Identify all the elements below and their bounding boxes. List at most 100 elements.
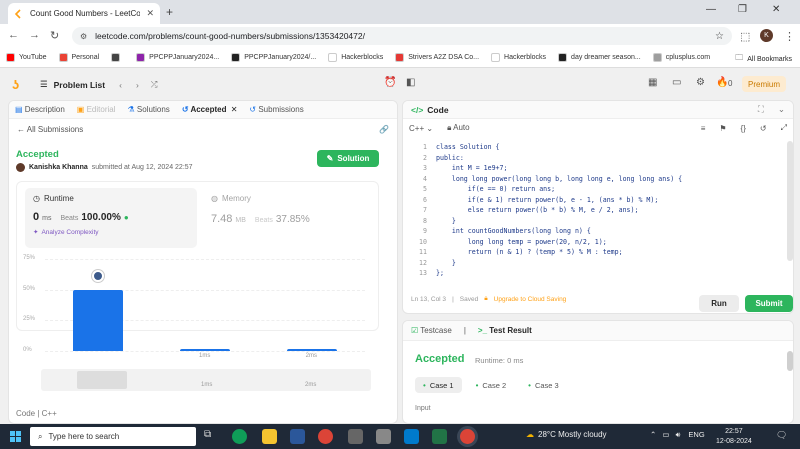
file-explorer-icon[interactable] <box>262 429 277 444</box>
upgrade-link[interactable]: Upgrade to Cloud Saving <box>494 296 567 303</box>
browser-tab[interactable]: Count Good Numbers - LeetCo... ✕ <box>8 3 160 24</box>
settings-icon[interactable]: ⚙ <box>696 77 705 88</box>
bookmark-item[interactable]: Strivers A2Z DSA Co... <box>395 53 479 62</box>
submit-button[interactable]: Submit <box>745 295 793 312</box>
bookmark-item[interactable]: PPCPPJanuary2024/... <box>231 53 316 62</box>
window-close-icon[interactable]: ✕ <box>772 4 780 15</box>
app-icon[interactable] <box>348 429 363 444</box>
user-avatar-small[interactable] <box>16 163 25 172</box>
solution-button[interactable]: ✎ Solution <box>317 150 379 167</box>
chrome-icon[interactable] <box>318 429 333 444</box>
tab-testcase[interactable]: ☑ Testcase <box>411 326 452 335</box>
all-submissions-link[interactable]: ← All Submissions <box>17 125 83 134</box>
reset-icon[interactable]: ↺ <box>760 124 767 133</box>
task-view-icon[interactable]: ⧉ <box>204 429 219 444</box>
format-icon[interactable]: ≡ <box>701 124 706 133</box>
premium-label: Premium <box>748 79 781 89</box>
language-select[interactable]: C++ ⌄ <box>409 124 433 133</box>
bookmark-item[interactable]: PPCPPJanuary2024... <box>136 53 219 62</box>
collapse-icon[interactable]: ⌄ <box>778 104 785 115</box>
all-submissions-bar: ← All Submissions 🔗 <box>9 119 397 139</box>
back-to-problem-icon[interactable]: ◧ <box>406 77 415 88</box>
layout-icon[interactable]: ▦ <box>648 77 657 88</box>
restore-icon[interactable]: ❐ <box>738 4 747 15</box>
excel-icon[interactable] <box>432 429 447 444</box>
case-1-tab[interactable]: • Case 1 <box>415 377 462 393</box>
bookmark-item[interactable]: Hackerblocks <box>491 53 546 62</box>
premium-button[interactable]: Premium <box>742 76 787 92</box>
forward-icon[interactable]: → <box>29 29 40 41</box>
tab-description[interactable]: ▤ Description <box>15 105 65 114</box>
taskbar-search[interactable]: ⌕ Type here to search <box>30 427 196 446</box>
leetcode-logo[interactable]: ʖ <box>12 77 19 92</box>
windows-start-icon[interactable] <box>10 431 21 442</box>
system-tray[interactable]: ⌃ ▭ 🔊︎ ENG <box>650 430 705 440</box>
chart-bar[interactable] <box>286 349 337 351</box>
tab-test-result[interactable]: >_ Test Result <box>478 326 532 335</box>
bookmark-item[interactable] <box>111 53 124 62</box>
close-tab-accepted-icon[interactable]: ✕ <box>231 105 238 114</box>
fullscreen-icon[interactable]: ⤢ <box>781 123 787 133</box>
edge-browser-icon[interactable] <box>232 429 247 444</box>
run-button[interactable]: Run <box>699 295 739 312</box>
bookmark-star-icon[interactable]: ☆ <box>715 31 724 42</box>
tab-solutions[interactable]: ⚗ Solutions <box>127 105 169 114</box>
minimize-icon[interactable]: — <box>706 4 716 15</box>
bookmark-item[interactable]: Hackerblocks <box>328 53 383 62</box>
close-tab-icon[interactable]: ✕ <box>146 8 154 19</box>
case-3-tab[interactable]: • Case 3 <box>520 377 567 393</box>
chart-bar[interactable] <box>73 289 124 351</box>
bookmark-item[interactable]: cplusplus.com <box>652 53 710 62</box>
extensions-icon[interactable]: ⬚ <box>740 30 750 43</box>
new-tab-icon[interactable]: + <box>166 5 173 19</box>
chrome-active-icon[interactable] <box>460 429 475 444</box>
share-link-icon[interactable]: 🔗 <box>379 125 389 134</box>
tab-editorial[interactable]: ▣ Editorial <box>77 105 116 114</box>
weather-widget[interactable]: ☁ 28°C Mostly cloudy <box>526 430 607 439</box>
next-problem-icon[interactable]: › <box>136 80 139 90</box>
runtime-card[interactable]: ◷ Runtime 0 ms Beats 100.00% ● ✦ Analyze … <box>25 188 197 248</box>
prev-problem-icon[interactable]: ‹ <box>119 80 122 90</box>
language-indicator[interactable]: ENG <box>688 430 704 439</box>
reload-icon[interactable]: ↻ <box>50 29 59 42</box>
address-bar[interactable]: ⚙ leetcode.com/problems/count-good-numbe… <box>72 27 732 45</box>
shuffle-icon[interactable]: ⤮ <box>151 79 158 90</box>
site-info-icon[interactable]: ⚙ <box>80 32 87 41</box>
notification-icon[interactable]: 🗨 <box>776 430 789 443</box>
taskbar-clock[interactable]: 22:57 12-08-2024 <box>716 427 752 447</box>
bookmark-item[interactable]: day dreamer season... <box>558 53 641 62</box>
test-scrollbar[interactable] <box>787 351 793 371</box>
maximize-icon[interactable]: ⛶ <box>758 104 764 115</box>
bookmark-item[interactable]: YouTube <box>6 53 47 62</box>
tab-accepted[interactable]: ↺ Accepted ✕ <box>182 105 238 114</box>
back-icon[interactable]: ← <box>8 29 19 41</box>
word-icon[interactable] <box>290 429 305 444</box>
problem-list-nav[interactable]: ☰ Problem List ‹ › ⤮ <box>40 79 158 90</box>
chart-bar[interactable] <box>180 349 230 351</box>
network-icon[interactable]: ▭ <box>662 430 669 439</box>
bookmark-icon[interactable]: ⚑ <box>719 124 726 133</box>
case-2-tab[interactable]: • Case 2 <box>468 377 515 393</box>
app-icon[interactable] <box>376 429 391 444</box>
bookmark-item[interactable]: Personal <box>58 53 99 62</box>
code-editor[interactable]: 1 class Solution {2 public: 3 int M = 1e9+7… <box>403 141 787 281</box>
auto-mode[interactable]: 🔒︎ Auto <box>447 123 470 133</box>
memory-card[interactable]: ◍ Memory 7.48 MB Beats 37.85% <box>211 188 371 248</box>
volume-icon[interactable]: 🔊︎ <box>676 430 681 439</box>
debug-icon[interactable]: ⏰ <box>384 77 396 88</box>
submitter-name[interactable]: Kanishka Khanna <box>29 164 88 171</box>
chevron-up-icon[interactable]: ⌃ <box>650 430 656 439</box>
streak-icon[interactable]: 🔥 <box>716 77 728 88</box>
braces-icon[interactable]: {} <box>741 124 746 133</box>
tab-submissions[interactable]: ↺ Submissions <box>249 105 303 114</box>
editor-scrollbar[interactable] <box>787 141 793 261</box>
menu-icon[interactable]: ⋮ <box>784 30 795 43</box>
vscode-icon[interactable] <box>404 429 419 444</box>
all-bookmarks[interactable]: 🗀 All Bookmarks <box>735 52 792 66</box>
analyze-complexity-link[interactable]: ✦ Analyze Complexity <box>33 228 189 237</box>
notes-icon[interactable]: ▭ <box>672 77 681 88</box>
chart-minimap[interactable]: 1ms 2ms <box>41 369 371 391</box>
arrow-left-icon: ← <box>17 124 27 134</box>
minimap-window[interactable] <box>77 371 127 389</box>
profile-avatar[interactable]: K <box>760 29 773 42</box>
